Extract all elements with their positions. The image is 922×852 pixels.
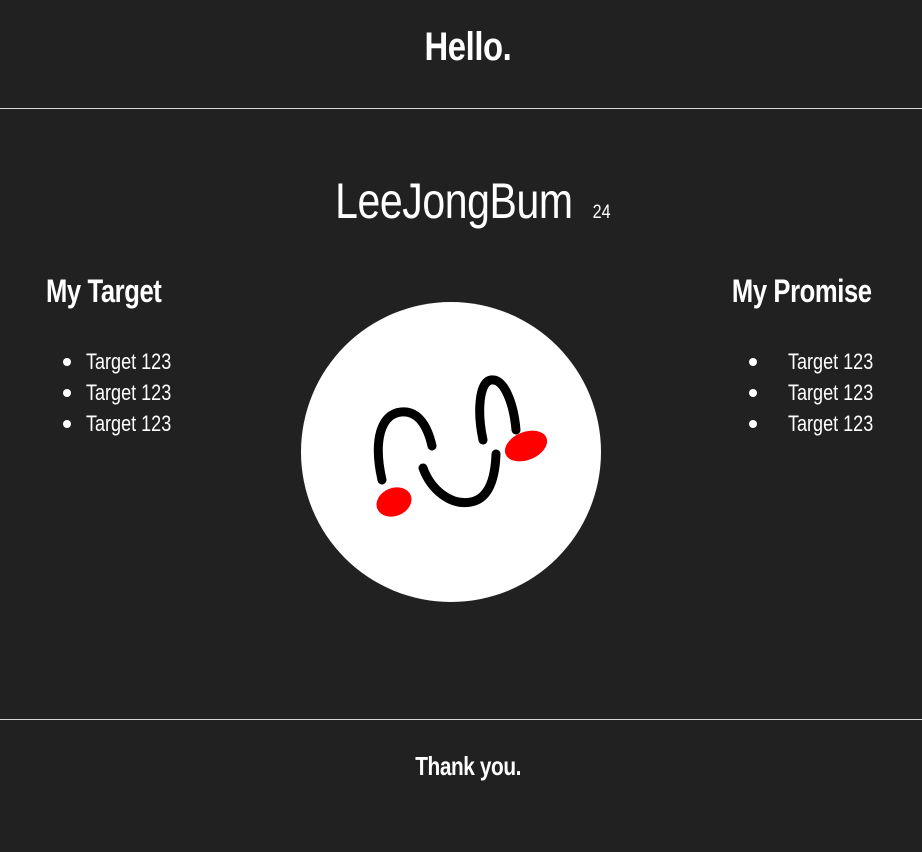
bullet-icon bbox=[63, 389, 71, 397]
promise-heading: My Promise bbox=[732, 273, 872, 309]
left-cheek bbox=[376, 487, 412, 517]
page: Hello. LeeJongBum 24 My Target Target 12… bbox=[0, 0, 922, 852]
list-item-label: Target 123 bbox=[86, 411, 172, 436]
list-item-label: Target 123 bbox=[86, 380, 172, 405]
profile-age: 24 bbox=[593, 202, 612, 223]
mouth bbox=[418, 449, 501, 508]
right-cheek bbox=[504, 430, 548, 462]
bullet-icon bbox=[63, 420, 71, 428]
list-item: Target 123 bbox=[63, 408, 190, 439]
footer-text: Thank you. bbox=[415, 751, 521, 781]
bullet-icon bbox=[749, 358, 757, 366]
avatar bbox=[301, 302, 601, 602]
profile-name: LeeJongBum bbox=[335, 173, 573, 229]
list-item-label: Target 123 bbox=[86, 349, 172, 374]
page-title: Hello. bbox=[424, 24, 512, 69]
list-item: Target 123 bbox=[749, 408, 892, 439]
list-item-label: Target 123 bbox=[788, 411, 874, 436]
list-item-label: Target 123 bbox=[788, 380, 874, 405]
right-eye bbox=[475, 375, 521, 445]
header: Hello. bbox=[0, 0, 922, 109]
profile-name-row: LeeJongBum 24 bbox=[0, 172, 922, 230]
footer: Thank you. bbox=[0, 719, 922, 852]
target-list: Target 123 Target 123 Target 123 bbox=[63, 346, 190, 439]
bullet-icon bbox=[63, 358, 71, 366]
list-item: Target 123 bbox=[749, 346, 892, 377]
target-heading: My Target bbox=[46, 273, 162, 309]
list-item: Target 123 bbox=[63, 377, 190, 408]
bullet-icon bbox=[749, 420, 757, 428]
promise-list: Target 123 Target 123 Target 123 bbox=[749, 346, 892, 439]
bullet-icon bbox=[749, 389, 757, 397]
list-item: Target 123 bbox=[749, 377, 892, 408]
list-item-label: Target 123 bbox=[788, 349, 874, 374]
list-item: Target 123 bbox=[63, 346, 190, 377]
smiley-face-icon bbox=[373, 375, 548, 517]
